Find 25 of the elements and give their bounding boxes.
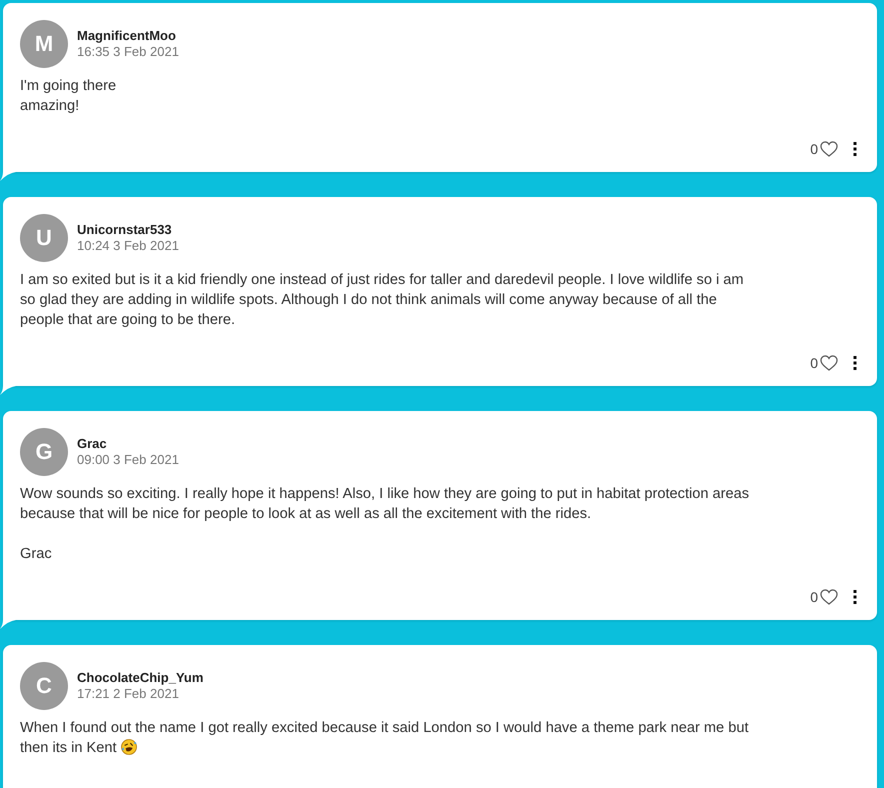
username: Grac xyxy=(77,436,108,452)
more-options-icon[interactable] xyxy=(853,356,857,370)
avatar: C xyxy=(20,662,68,710)
comment-text: When I found out the name I got really excited because it said London so I would have a theme park near me but then its in Kent xyxy=(20,720,749,756)
username: Unicornstar533 xyxy=(77,222,173,238)
timestamp: 17:21 2 Feb 2021 xyxy=(77,686,180,702)
heart-icon[interactable] xyxy=(820,355,838,371)
username: ChocolateChip_Yum xyxy=(77,670,204,686)
heart-icon[interactable] xyxy=(820,141,838,157)
comment-text: Wow sounds so exciting. I really hope it happens! Also, I like how they are going to put in habitat protection areas because that will be nice for people to look at as well as all the excitement with the rides. Grac xyxy=(20,486,750,562)
timestamp: 16:35 3 Feb 2021 xyxy=(77,44,179,60)
like-count: 0 xyxy=(810,141,818,157)
username: MagnificentMoo xyxy=(77,28,177,44)
more-options-icon[interactable] xyxy=(853,142,857,156)
timestamp: 10:24 3 Feb 2021 xyxy=(77,238,179,254)
avatar: M xyxy=(20,20,68,68)
comment-text: I'm going there amazing! xyxy=(20,78,116,114)
timestamp: 09:00 3 Feb 2021 xyxy=(77,452,179,468)
more-options-icon[interactable] xyxy=(853,590,857,604)
avatar: U xyxy=(20,214,68,262)
heart-icon[interactable] xyxy=(820,589,838,605)
avatar: G xyxy=(20,428,68,476)
like-count: 0 xyxy=(810,589,818,605)
comment-text: I am so exited but is it a kid friendly one instead of just rides for taller and daredevil people. I love wildlife so i am so glad they are adding in wildlife spots. Although I do not think animals will come anyway because of all the people that are going to be there. xyxy=(20,272,744,328)
like-count: 0 xyxy=(810,355,818,371)
